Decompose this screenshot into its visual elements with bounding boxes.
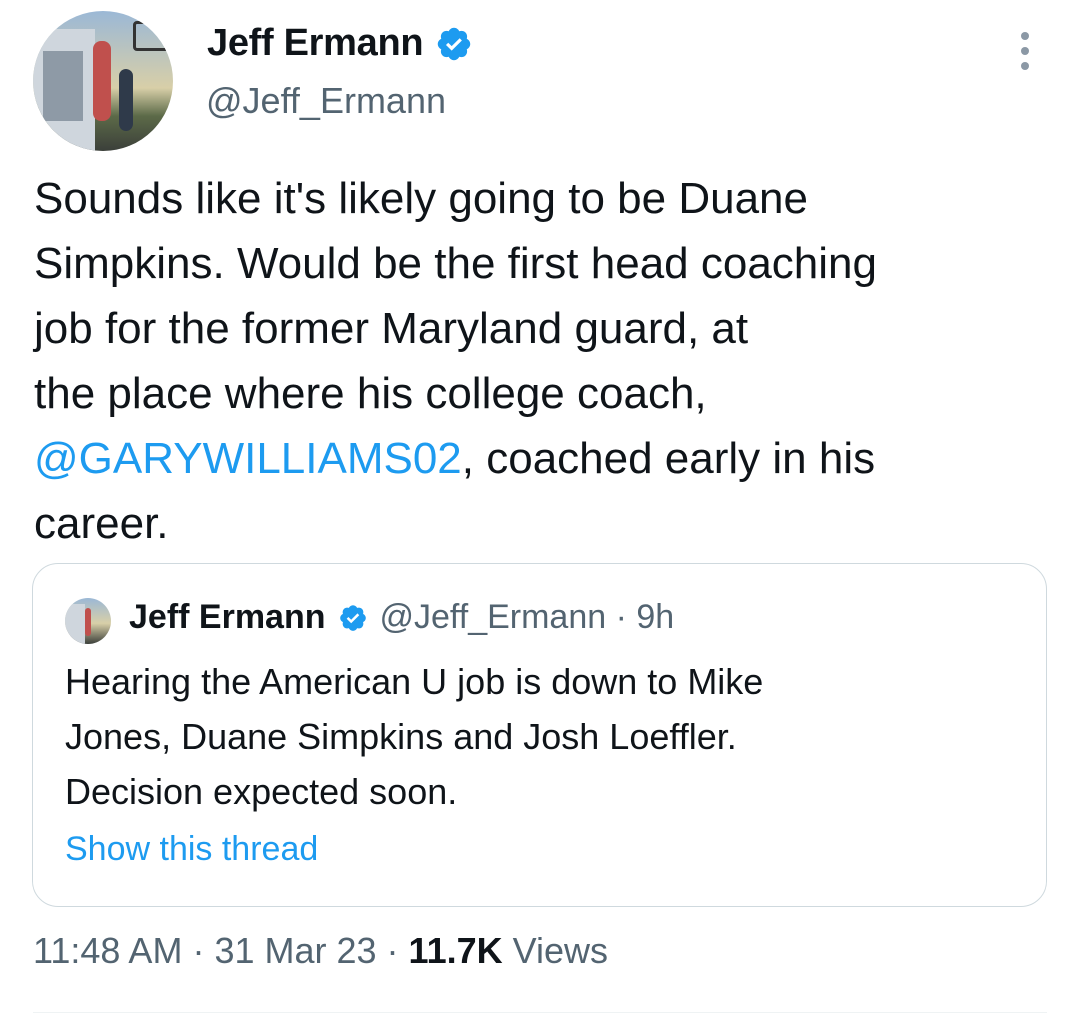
mention-link[interactable]: @GARYWILLIAMS02 — [34, 434, 462, 483]
author-avatar[interactable] — [33, 11, 173, 151]
tweet-line: Sounds like it's likely going to be Duan… — [34, 174, 808, 223]
tweet-line: the place where his college coach, — [34, 369, 707, 418]
tweet-time[interactable]: 11:48 AM — [33, 930, 182, 971]
quoted-line: Hearing the American U job is down to Mi… — [65, 661, 764, 702]
tweet-date[interactable]: 31 Mar 23 — [214, 930, 376, 971]
quoted-tweet-header: Jeff Ermann @Jeff_Ermann · 9h — [129, 598, 674, 637]
views-count: 11.7K — [408, 930, 503, 971]
quoted-author-avatar[interactable] — [65, 598, 111, 644]
quoted-author-name[interactable]: Jeff Ermann — [129, 598, 326, 637]
tweet-line: @GARYWILLIAMS02, coached early in his — [34, 426, 1049, 491]
tweet-line: job for the former Maryland guard, at — [34, 304, 749, 353]
tweet-meta: 11:48 AM · 31 Mar 23 · 11.7K Views — [33, 930, 608, 972]
verified-badge-icon — [438, 27, 471, 60]
meta-separator: · — [376, 930, 409, 971]
quoted-tweet[interactable]: Jeff Ermann @Jeff_Ermann · 9h Hearing th… — [32, 563, 1047, 907]
quoted-separator: · — [606, 598, 637, 636]
divider — [33, 1012, 1047, 1013]
quoted-tweet-text: Hearing the American U job is down to Mi… — [65, 654, 763, 819]
tweet-line-rest: , coached early in his — [461, 434, 876, 483]
verified-badge-icon — [339, 604, 366, 631]
views-label: Views — [512, 930, 609, 971]
author-name-row: Jeff Ermann — [207, 22, 473, 65]
more-options-icon[interactable] — [1020, 32, 1030, 70]
quoted-timestamp[interactable]: 9h — [636, 598, 674, 637]
author-name[interactable]: Jeff Ermann — [207, 22, 424, 65]
meta-separator: · — [182, 930, 215, 971]
quoted-line: Jones, Duane Simpkins and Josh Loeffler. — [65, 716, 737, 757]
quoted-author-handle[interactable]: @Jeff_Ermann — [380, 598, 607, 637]
tweet-line: career. — [34, 499, 169, 548]
author-handle[interactable]: @Jeff_Ermann — [206, 80, 446, 122]
tweet-line: Simpkins. Would be the first head coachi… — [34, 239, 877, 288]
quoted-line: Decision expected soon. — [65, 771, 458, 812]
show-thread-link[interactable]: Show this thread — [65, 830, 318, 869]
tweet-text: Sounds like it's likely going to be Duan… — [34, 166, 1049, 556]
